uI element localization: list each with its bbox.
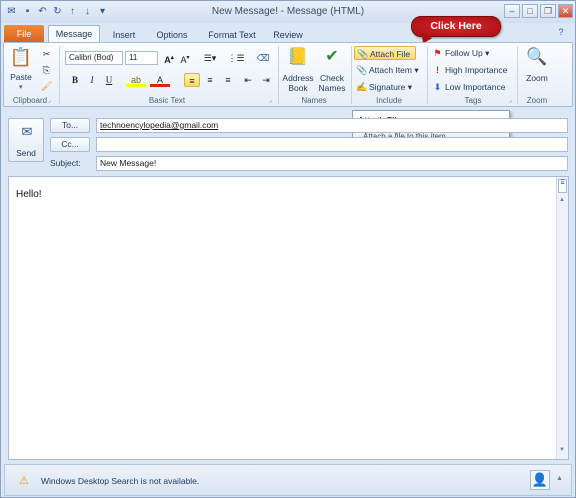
increase-indent-icon[interactable]: ⇥ bbox=[258, 73, 274, 87]
address-book-button[interactable]: Address Book bbox=[280, 73, 316, 93]
address-book-icon[interactable]: 📒 bbox=[286, 46, 310, 68]
include-group-label: Include bbox=[376, 96, 402, 105]
ribbon: 📋 Paste ▾ ✂ ⎘ 🖌 Clipboard ⌟ Calibri (Bod… bbox=[3, 42, 573, 107]
cc-button[interactable]: Cc... bbox=[50, 137, 90, 152]
cc-field[interactable] bbox=[96, 137, 568, 152]
signature-button[interactable]: ✍ Signature ▾ bbox=[356, 80, 412, 94]
scroll-up-icon[interactable]: ▲ bbox=[559, 197, 565, 203]
copy-icon[interactable]: ⎘ bbox=[41, 63, 54, 77]
tab-review[interactable]: Review bbox=[269, 27, 307, 43]
expand-people-pane-icon[interactable]: ▲ bbox=[556, 475, 563, 482]
to-recipient[interactable]: technoencylopedia@gmail.com bbox=[100, 120, 218, 130]
align-right-icon[interactable]: ≡ bbox=[220, 73, 236, 87]
tags-launcher-icon[interactable]: ⌟ bbox=[509, 97, 512, 104]
align-left-icon[interactable]: ≡ bbox=[184, 73, 200, 87]
tab-file[interactable]: File bbox=[4, 25, 44, 43]
paste-dropdown-icon[interactable]: ▾ bbox=[19, 83, 23, 91]
group-divider bbox=[517, 46, 518, 104]
group-divider bbox=[427, 46, 428, 104]
warning-icon: ⚠ bbox=[19, 475, 29, 487]
font-color-icon[interactable]: A bbox=[150, 73, 170, 87]
close-button[interactable]: ✕ bbox=[558, 4, 573, 18]
restore-button[interactable]: ❐ bbox=[540, 4, 556, 18]
high-importance-button[interactable]: ! High Importance bbox=[432, 63, 507, 77]
check-names-button[interactable]: Check Names bbox=[316, 73, 348, 93]
tab-format-text[interactable]: Format Text bbox=[201, 27, 263, 43]
clipboard-launcher-icon[interactable]: ⌟ bbox=[48, 97, 51, 104]
send-button[interactable]: ✉ Send bbox=[8, 118, 44, 162]
down-arrow-icon: ⬇ bbox=[433, 82, 442, 92]
paste-icon[interactable]: 📋 bbox=[9, 45, 33, 69]
flag-icon: ⚑ bbox=[433, 48, 442, 58]
status-bar: ⚠ Windows Desktop Search is not availabl… bbox=[4, 464, 572, 496]
underline-button[interactable]: U bbox=[102, 73, 116, 87]
italic-button[interactable]: I bbox=[85, 73, 99, 87]
basic-text-launcher-icon[interactable]: ⌟ bbox=[269, 97, 272, 104]
bold-button[interactable]: B bbox=[68, 73, 82, 87]
body-text[interactable]: Hello! bbox=[16, 189, 42, 200]
names-group-label: Names bbox=[301, 96, 327, 105]
attach-file-button[interactable]: 📎 Attach File bbox=[354, 46, 416, 60]
follow-up-label: Follow Up bbox=[445, 48, 483, 58]
group-divider bbox=[59, 46, 60, 104]
group-divider bbox=[351, 46, 352, 104]
follow-up-button[interactable]: ⚑ Follow Up ▾ bbox=[432, 46, 489, 60]
font-name-combo[interactable]: Calibri (Bod) bbox=[65, 51, 123, 65]
high-importance-label: High Importance bbox=[445, 65, 508, 75]
help-icon[interactable]: ? bbox=[554, 27, 568, 39]
align-center-icon[interactable]: ≡ bbox=[202, 73, 218, 87]
shrink-font-icon[interactable]: A▾ bbox=[178, 51, 192, 65]
tags-group-label: Tags bbox=[464, 96, 482, 105]
tab-insert[interactable]: Insert bbox=[105, 27, 143, 43]
send-icon: ✉ bbox=[21, 124, 33, 139]
zoom-group-label: Zoom bbox=[526, 96, 548, 105]
attach-item-label: Attach Item bbox=[369, 65, 412, 75]
minimize-button[interactable]: – bbox=[504, 4, 520, 18]
signature-label: Signature bbox=[369, 82, 406, 92]
magnifier-icon[interactable]: 🔍 bbox=[525, 45, 549, 69]
numbering-icon[interactable]: ⋮☰ bbox=[226, 51, 246, 65]
check-names-icon[interactable]: ✔ bbox=[320, 46, 344, 68]
subject-field[interactable]: New Message! bbox=[96, 156, 568, 171]
paste-button[interactable]: Paste bbox=[6, 72, 36, 82]
people-pane-avatar-icon[interactable]: 👤 bbox=[530, 470, 550, 490]
zoom-button[interactable]: Zoom bbox=[520, 73, 554, 83]
paperclip-icon: 📎 bbox=[357, 49, 369, 59]
to-field[interactable]: technoencylopedia@gmail.com bbox=[96, 118, 568, 133]
maximize-button[interactable]: □ bbox=[522, 4, 538, 18]
clear-formatting-icon[interactable]: ⌫ bbox=[256, 51, 270, 65]
low-importance-button[interactable]: ⬇ Low Importance bbox=[432, 80, 506, 94]
low-importance-label: Low Importance bbox=[445, 82, 506, 92]
message-window: ✉ ▪ ↶ ↻ ↑ ↓ ▾ New Message! - Message (HT… bbox=[0, 0, 576, 498]
cut-icon[interactable]: ✂ bbox=[41, 47, 54, 61]
group-divider bbox=[278, 46, 279, 104]
subject-label: Subject: bbox=[50, 158, 81, 168]
signature-icon: ✍ bbox=[356, 82, 368, 92]
font-size-combo[interactable]: 11 bbox=[125, 51, 158, 65]
send-label: Send bbox=[16, 148, 36, 158]
exclamation-icon: ! bbox=[436, 65, 439, 75]
bullets-icon[interactable]: ☰▾ bbox=[200, 51, 220, 65]
status-message: Windows Desktop Search is not available. bbox=[41, 476, 200, 486]
to-button[interactable]: To... bbox=[50, 118, 90, 133]
ruler-toggle-icon[interactable]: ⌸ bbox=[558, 179, 567, 193]
highlight-color-icon[interactable]: ab bbox=[126, 73, 146, 87]
message-body[interactable]: Hello! bbox=[8, 176, 569, 460]
grow-font-icon[interactable]: A▴ bbox=[162, 51, 176, 65]
attach-item-icon: 📎 bbox=[356, 65, 368, 75]
attach-item-button[interactable]: 📎 Attach Item ▾ bbox=[356, 63, 419, 77]
attach-file-label: Attach File bbox=[370, 49, 411, 59]
basic-text-group-label: Basic Text bbox=[148, 96, 186, 105]
vertical-scrollbar[interactable]: ⌸ ▲ ▼ bbox=[556, 177, 568, 459]
scroll-down-icon[interactable]: ▼ bbox=[559, 447, 565, 453]
decrease-indent-icon[interactable]: ⇤ bbox=[240, 73, 256, 87]
tab-options[interactable]: Options bbox=[149, 27, 195, 43]
format-painter-icon[interactable]: 🖌 bbox=[41, 79, 54, 93]
